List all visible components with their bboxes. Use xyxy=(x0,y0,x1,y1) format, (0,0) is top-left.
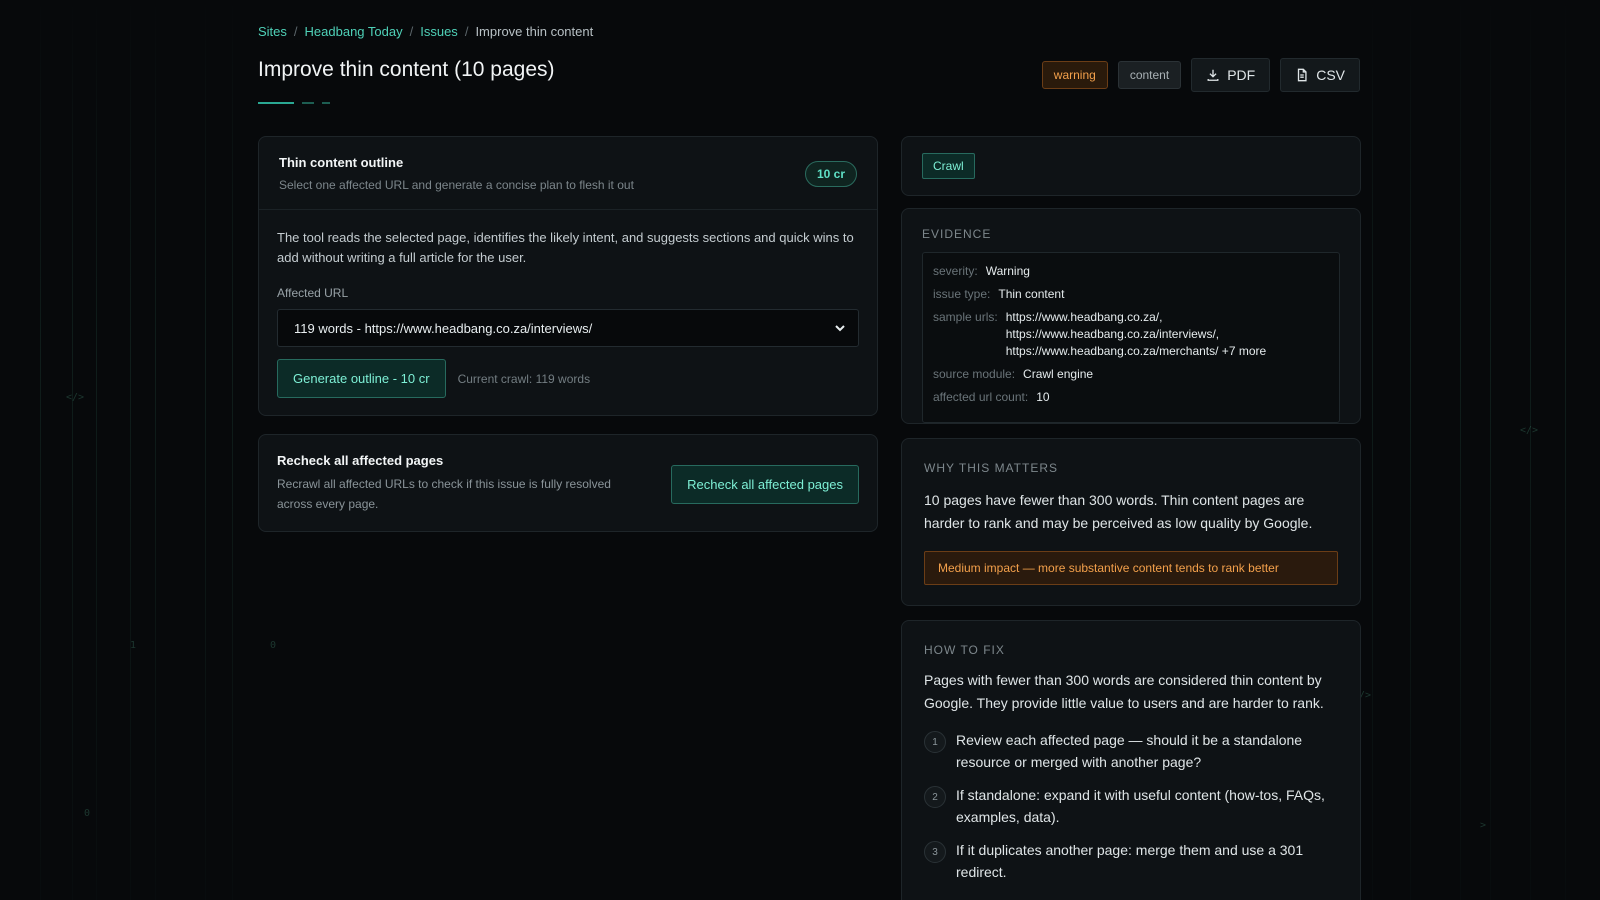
fix-text: Pages with fewer than 300 words are cons… xyxy=(924,672,1324,711)
why-text: 10 pages have fewer than 300 words. Thin… xyxy=(924,492,1313,531)
fix-step: 2 If standalone: expand it with useful c… xyxy=(924,784,1338,828)
export-pdf-label: PDF xyxy=(1227,67,1256,83)
top-actions: warning content PDF CSV xyxy=(1041,58,1360,92)
evidence-key: source module: xyxy=(933,367,1016,381)
evidence-row-affected-count: affected url count: 10 xyxy=(933,389,1329,406)
export-csv-label: CSV xyxy=(1316,67,1345,83)
evidence-key: severity: xyxy=(933,264,978,278)
evidence-row-severity: severity: Warning xyxy=(933,263,1329,280)
evidence-row-issue-type: issue type: Thin content xyxy=(933,286,1329,303)
outline-card-body: The tool reads the selected page, identi… xyxy=(259,210,877,416)
breadcrumb-site[interactable]: Headbang Today xyxy=(305,24,403,39)
step-text: Review each affected page — should it be… xyxy=(956,732,1303,770)
evidence-sample-urls: https://www.headbang.co.za/, https://www… xyxy=(1006,309,1266,360)
chevron-down-icon xyxy=(835,325,845,332)
sample-url: https://www.headbang.co.za/interviews/, xyxy=(1005,327,1220,341)
how-to-fix-card: HOW TO FIX Pages with fewer than 300 wor… xyxy=(901,620,1361,900)
recheck-button[interactable]: Recheck all affected pages xyxy=(671,465,859,504)
evidence-key: issue type: xyxy=(933,287,991,301)
evidence-card: EVIDENCE severity: Warning issue type: T… xyxy=(901,208,1361,424)
selected-url-value: 119 words - https://www.headbang.co.za/i… xyxy=(294,320,593,336)
thin-content-outline-card: Thin content outline Select one affected… xyxy=(258,136,878,416)
crawl-chip: Crawl xyxy=(922,153,975,179)
evidence-row-sample-urls: sample urls: https://www.headbang.co.za/… xyxy=(933,309,1329,360)
evidence-key: sample urls: xyxy=(933,310,998,324)
evidence-value: Warning xyxy=(985,264,1030,278)
evidence-key: affected url count: xyxy=(933,390,1029,404)
evidence-value: 10 xyxy=(1036,390,1050,404)
why-this-matters-card: WHY THIS MATTERS 10 pages have fewer tha… xyxy=(901,438,1361,606)
severity-tag: warning xyxy=(1041,61,1108,89)
step-number: 2 xyxy=(924,786,946,808)
file-icon xyxy=(1298,68,1307,82)
outline-card-subtitle: Select one affected URL and generate a c… xyxy=(279,178,634,192)
download-icon xyxy=(1207,69,1219,81)
breadcrumb-issues[interactable]: Issues xyxy=(420,24,458,39)
why-label: WHY THIS MATTERS xyxy=(924,461,1059,475)
export-csv-button[interactable]: CSV xyxy=(1280,58,1360,92)
sample-url: https://www.headbang.co.za/merchants/ +7… xyxy=(1005,344,1267,358)
breadcrumb-separator: / xyxy=(409,24,414,39)
impact-banner: Medium impact — more substantive content… xyxy=(924,551,1338,585)
source-card: Crawl xyxy=(901,136,1361,196)
evidence-value: Crawl engine xyxy=(1023,367,1094,381)
step-number: 1 xyxy=(924,731,946,753)
recheck-description: Recrawl all affected URLs to check if th… xyxy=(277,477,611,511)
recheck-card: Recheck all affected pages Recrawl all a… xyxy=(258,434,878,532)
outline-description: The tool reads the selected page, identi… xyxy=(277,230,854,265)
step-text: If standalone: expand it with useful con… xyxy=(956,787,1325,825)
breadcrumb-separator: / xyxy=(464,24,469,39)
category-tag: content xyxy=(1117,61,1182,89)
sample-url: https://www.headbang.co.za/, xyxy=(1005,310,1163,324)
breadcrumb-current: Improve thin content xyxy=(475,24,594,39)
title-underline xyxy=(258,102,330,104)
fix-step: 3 If it duplicates another page: merge t… xyxy=(924,839,1338,883)
export-pdf-button[interactable]: PDF xyxy=(1191,58,1271,92)
fix-step: 1 Review each affected page — should it … xyxy=(924,729,1338,773)
evidence-value: Thin content xyxy=(998,287,1065,301)
breadcrumb-sites[interactable]: Sites xyxy=(258,24,287,39)
breadcrumb: Sites / Headbang Today / Issues / Improv… xyxy=(258,24,593,39)
outline-card-header: Thin content outline Select one affected… xyxy=(259,137,877,210)
affected-url-label: Affected URL xyxy=(277,286,349,300)
fix-steps: 1 Review each affected page — should it … xyxy=(924,729,1338,883)
page-title: Improve thin content (10 pages) xyxy=(258,58,555,81)
credits-badge: 10 cr xyxy=(804,161,857,187)
evidence-row-source-module: source module: Crawl engine xyxy=(933,366,1329,383)
generate-outline-button[interactable]: Generate outline - 10 cr xyxy=(277,359,446,398)
generate-row: Generate outline - 10 cr Current crawl: … xyxy=(277,359,859,398)
evidence-box: severity: Warning issue type: Thin conte… xyxy=(922,252,1340,423)
outline-card-title: Thin content outline xyxy=(279,155,404,170)
affected-url-select[interactable]: 119 words - https://www.headbang.co.za/i… xyxy=(277,309,859,347)
step-text: If it duplicates another page: merge the… xyxy=(956,842,1304,880)
fix-label: HOW TO FIX xyxy=(924,643,1005,657)
current-crawl-info: Current crawl: 119 words xyxy=(457,371,591,386)
breadcrumb-separator: / xyxy=(293,24,298,39)
step-number: 3 xyxy=(924,841,946,863)
evidence-label: EVIDENCE xyxy=(922,227,992,241)
